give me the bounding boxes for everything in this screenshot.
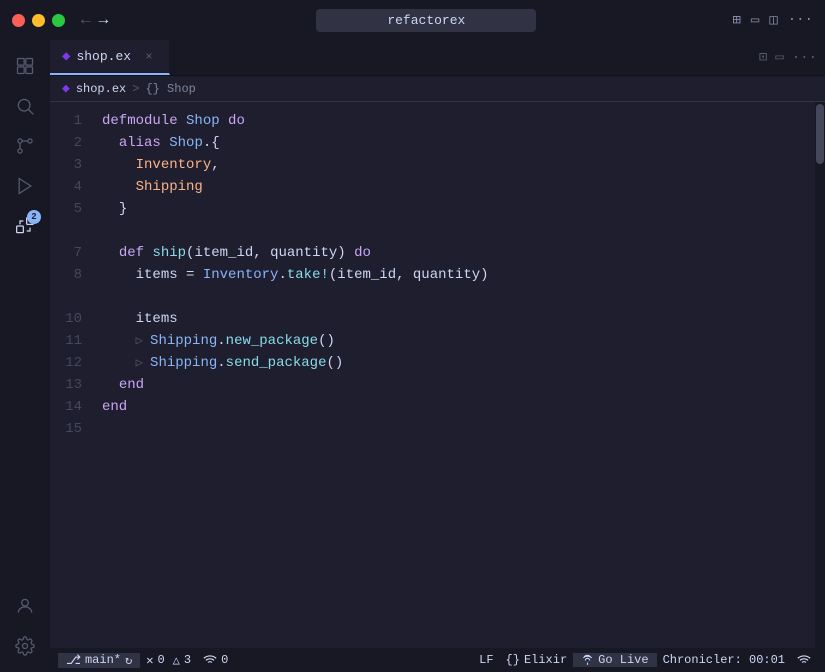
sidebar-item-extensions[interactable]: 2: [7, 208, 43, 244]
git-sync-icon: ↻: [125, 653, 132, 668]
status-left: ⎇ main* ↻ ✕ 0 △ 3 0: [58, 653, 234, 668]
code-line-12: ▷ Shipping.send_package(): [98, 352, 805, 374]
status-right: LF {} Elixir Go Live Chronicler: 00:01: [473, 653, 817, 667]
wifi-icon: [203, 653, 217, 667]
code-editor[interactable]: 1 2 3 4 5 7 8 10 11 12 13 14 15 defmodul…: [50, 102, 825, 648]
extensions-badge: 2: [27, 210, 41, 224]
panel-icon[interactable]: ▭: [751, 12, 759, 29]
forward-button[interactable]: →: [99, 11, 109, 29]
close-button[interactable]: [12, 14, 25, 27]
status-info[interactable]: 0: [197, 653, 234, 667]
git-branch-icon: ⎇: [66, 653, 81, 668]
code-line-3: Inventory,: [98, 154, 805, 176]
code-line-10: items: [98, 308, 805, 330]
activity-bar: 2: [0, 40, 50, 672]
sidebar-item-profile[interactable]: [7, 588, 43, 624]
go-live-button[interactable]: Go Live: [573, 653, 656, 667]
layout-icon[interactable]: ▭: [775, 49, 783, 66]
sidebar-item-explorer[interactable]: [7, 48, 43, 84]
breadcrumb-scope[interactable]: {} Shop: [145, 82, 195, 96]
git-branch-label: main*: [85, 653, 121, 667]
title-actions: ⊞ ▭ ◫ ···: [732, 12, 813, 29]
warning-icon: △: [173, 653, 180, 668]
code-line-5: }: [98, 198, 805, 220]
tab-bar-actions: ⊡ ▭ ···: [759, 40, 825, 75]
status-wifi[interactable]: [791, 653, 817, 667]
status-chronicler[interactable]: Chronicler: 00:01: [657, 653, 791, 667]
antenna-icon: [581, 654, 594, 667]
status-language[interactable]: {} Elixir: [500, 653, 574, 667]
error-count: 0: [157, 653, 164, 667]
error-icon: ✕: [146, 653, 153, 668]
chronicler-label: Chronicler: 00:01: [663, 653, 785, 667]
code-line-9: [98, 286, 805, 308]
code-line-15: [98, 418, 805, 440]
breadcrumb-file-icon: ◆: [62, 81, 70, 96]
code-line-13: end: [98, 374, 805, 396]
breadcrumb-file[interactable]: shop.ex: [76, 82, 126, 96]
sidebar-item-settings[interactable]: [7, 628, 43, 664]
eol-label: LF: [479, 653, 493, 667]
code-line-8: items = Inventory.take!(item_id, quantit…: [98, 264, 805, 286]
split-editor-icon[interactable]: ⊡: [759, 49, 767, 66]
back-button[interactable]: ←: [81, 11, 91, 29]
scrollbar-thumb[interactable]: [816, 104, 824, 164]
search-input[interactable]: refactorex: [316, 9, 536, 32]
maximize-button[interactable]: [52, 14, 65, 27]
split-icon[interactable]: ◫: [769, 12, 777, 29]
code-line-4: Shipping: [98, 176, 805, 198]
code-line-2: alias Shop.{: [98, 132, 805, 154]
more-actions-icon[interactable]: ···: [792, 50, 817, 66]
info-count: 0: [221, 653, 228, 667]
code-line-1: defmodule Shop do: [98, 110, 805, 132]
editor-area: ◆ shop.ex × ⊡ ▭ ··· ◆ shop.ex > {} Shop …: [50, 40, 825, 672]
sidebar-item-search[interactable]: [7, 88, 43, 124]
tab-close-button[interactable]: ×: [141, 49, 157, 65]
traffic-lights: [12, 14, 65, 27]
go-live-label: Go Live: [598, 653, 648, 667]
search-bar: refactorex: [120, 9, 732, 32]
code-content: defmodule Shop do alias Shop.{ Inventory…: [98, 102, 825, 648]
tab-bar: ◆ shop.ex × ⊡ ▭ ···: [50, 40, 825, 76]
sidebar-item-source-control[interactable]: [7, 128, 43, 164]
nav-buttons: ← →: [81, 11, 108, 29]
minimize-button[interactable]: [32, 14, 45, 27]
breadcrumb-separator: >: [132, 82, 139, 96]
tab-file-icon: ◆: [62, 48, 70, 65]
title-bar: ← → refactorex ⊞ ▭ ◫ ···: [0, 0, 825, 40]
status-errors[interactable]: ✕ 0 △ 3: [140, 653, 197, 668]
language-braces: {}: [506, 653, 520, 667]
code-line-7: def ship(item_id, quantity) do: [98, 242, 805, 264]
code-line-11: ▷ Shipping.new_package(): [98, 330, 805, 352]
sidebar-item-run-debug[interactable]: [7, 168, 43, 204]
status-git-branch[interactable]: ⎇ main* ↻: [58, 653, 140, 668]
layout-icon[interactable]: ⊞: [732, 12, 740, 29]
line-numbers: 1 2 3 4 5 7 8 10 11 12 13 14 15: [50, 102, 98, 648]
tab-shop-ex[interactable]: ◆ shop.ex ×: [50, 40, 170, 75]
breadcrumb: ◆ shop.ex > {} Shop: [50, 76, 825, 102]
language-label: Elixir: [524, 653, 567, 667]
scrollbar[interactable]: [815, 102, 825, 648]
status-bar: ⎇ main* ↻ ✕ 0 △ 3 0: [50, 648, 825, 672]
status-eol[interactable]: LF: [473, 653, 499, 667]
warning-count: 3: [184, 653, 191, 667]
code-line-14: end: [98, 396, 805, 418]
broadcast-icon: [797, 653, 811, 667]
tab-label: shop.ex: [76, 49, 131, 64]
more-icon[interactable]: ···: [788, 12, 813, 29]
main-layout: 2 ◆ shop.ex × ⊡ ▭: [0, 40, 825, 672]
code-line-6: [98, 220, 805, 242]
